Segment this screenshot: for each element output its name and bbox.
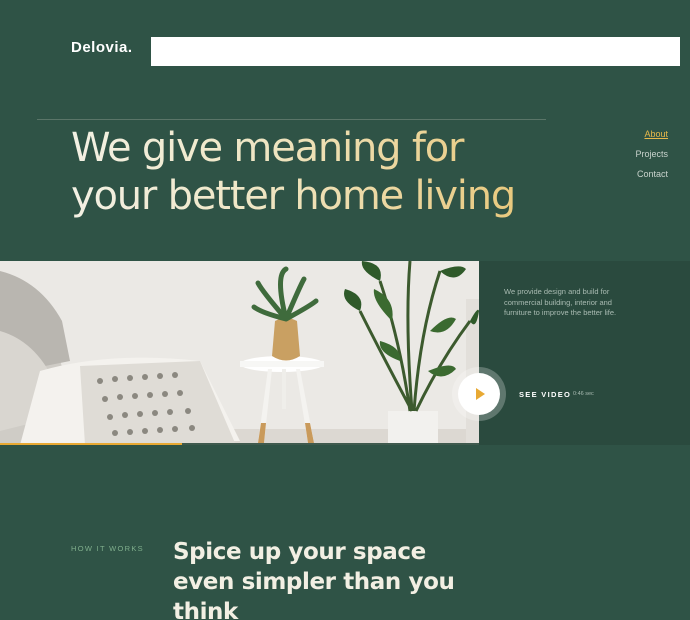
video-duration: 0:46 sec — [573, 391, 594, 397]
nav-item-projects[interactable]: Projects — [635, 150, 668, 159]
section-label: HOW IT WORKS — [71, 544, 144, 553]
header-divider — [37, 119, 546, 120]
play-icon — [476, 388, 485, 400]
see-video-link[interactable]: SEE VIDEO — [519, 390, 571, 399]
video-progress-fill — [0, 443, 183, 445]
living-room-illustration — [0, 261, 479, 445]
hero-photo — [0, 261, 479, 445]
side-nav: About Projects Contact — [635, 130, 668, 190]
nav-item-about[interactable]: About — [635, 130, 668, 139]
nav-item-contact[interactable]: Contact — [635, 170, 668, 179]
play-button[interactable] — [458, 373, 500, 415]
top-search-bar[interactable] — [151, 37, 680, 66]
video-progress-bar[interactable] — [0, 443, 479, 445]
brand-logo[interactable]: Delovia. — [71, 39, 133, 56]
company-description: We provide design and build for commerci… — [504, 287, 617, 317]
hero-title: We give meaning for your better home liv… — [71, 124, 541, 220]
section-title: Spice up your space even simpler than yo… — [173, 539, 455, 620]
